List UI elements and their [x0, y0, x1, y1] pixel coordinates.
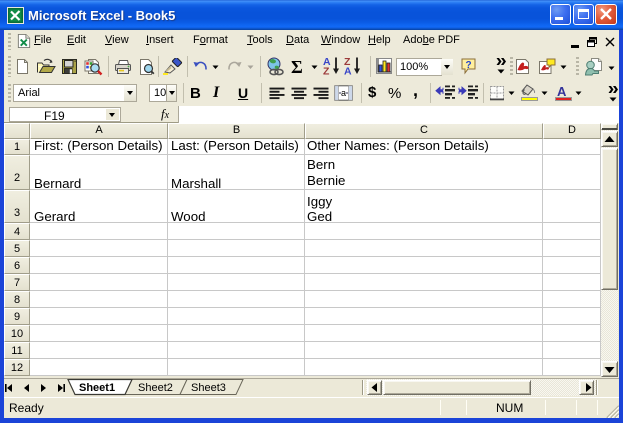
svg-text:Z: Z	[323, 66, 330, 76]
svg-text:a: a	[341, 88, 346, 98]
svg-text:A: A	[344, 66, 352, 76]
svg-text:?: ?	[466, 60, 472, 71]
